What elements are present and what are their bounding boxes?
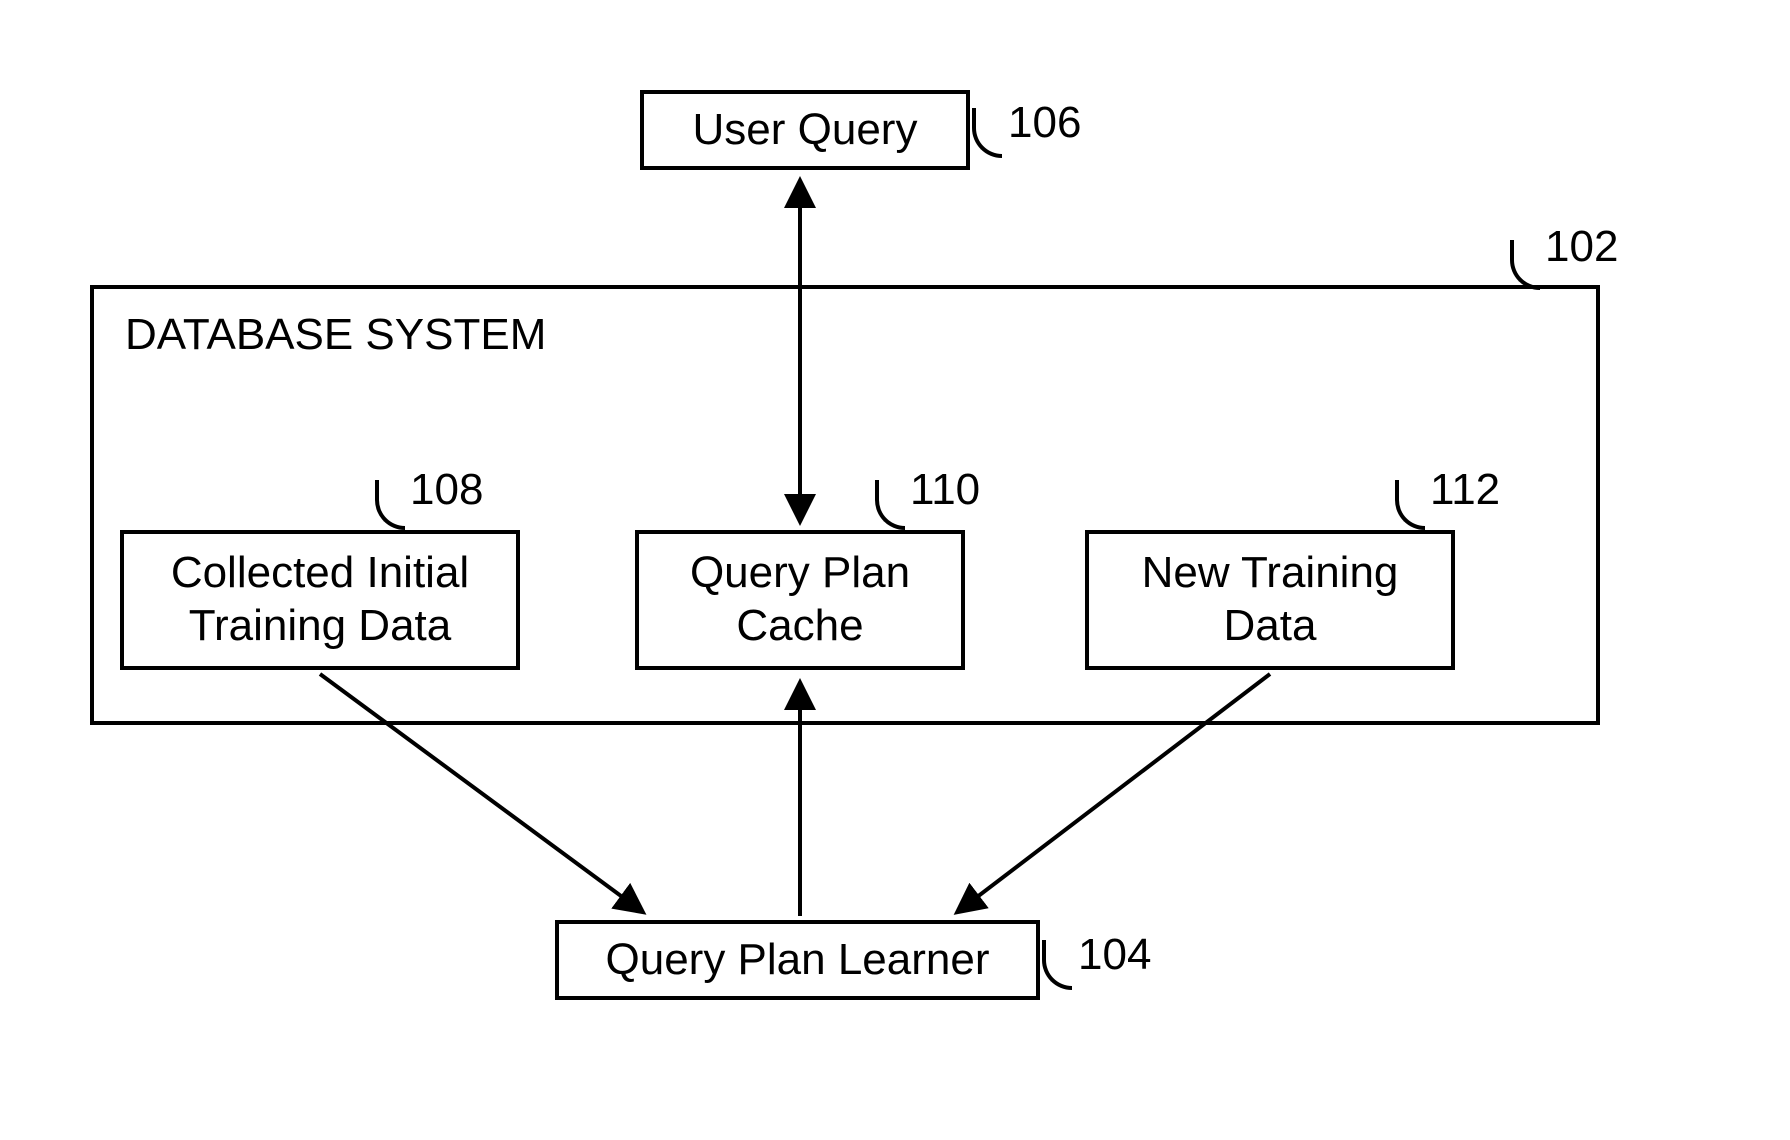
new-training-box: New Training Data — [1085, 530, 1455, 670]
database-system-label: DATABASE SYSTEM — [125, 310, 546, 360]
user-query-box: User Query — [640, 90, 970, 170]
query-plan-learner-box: Query Plan Learner — [555, 920, 1040, 1000]
ref-102: 102 — [1545, 222, 1618, 272]
collected-initial-label: Collected Initial Training Data — [171, 547, 469, 653]
ref-curve-104 — [1042, 940, 1072, 990]
ref-108: 108 — [410, 465, 483, 515]
ref-curve-106 — [972, 108, 1002, 158]
ref-110: 110 — [910, 465, 980, 515]
query-plan-cache-box: Query Plan Cache — [635, 530, 965, 670]
user-query-label: User Query — [693, 104, 918, 157]
query-plan-learner-label: Query Plan Learner — [606, 934, 990, 987]
ref-curve-102 — [1510, 240, 1540, 290]
ref-112: 112 — [1430, 465, 1500, 515]
collected-initial-box: Collected Initial Training Data — [120, 530, 520, 670]
ref-104: 104 — [1078, 930, 1151, 980]
query-plan-cache-label: Query Plan Cache — [690, 547, 910, 653]
new-training-label: New Training Data — [1142, 547, 1399, 653]
ref-106: 106 — [1008, 98, 1081, 148]
